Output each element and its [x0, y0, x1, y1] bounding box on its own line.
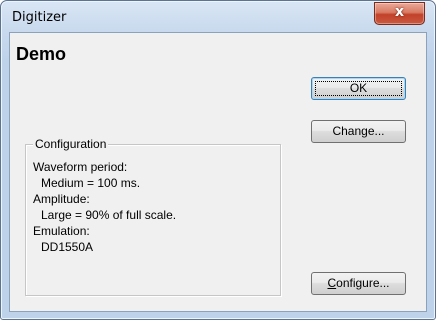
focus-rectangle — [315, 81, 402, 96]
configure-button-label: Configure... — [327, 276, 389, 290]
close-button[interactable]: x — [374, 2, 425, 25]
close-icon: x — [394, 4, 405, 20]
configure-accelerator: C — [327, 276, 337, 290]
configuration-legend: Configuration — [33, 137, 109, 151]
amplitude-label: Amplitude: — [33, 192, 90, 206]
waveform-period-value: Medium = 100 ms. — [41, 176, 141, 190]
emulation-label: Emulation: — [33, 224, 90, 238]
window-title: Digitizer — [12, 10, 67, 25]
waveform-period-label: Waveform period: — [33, 160, 128, 174]
change-button[interactable]: Change... — [311, 120, 406, 143]
amplitude-value: Large = 90% of full scale. — [41, 208, 177, 222]
emulation-value: DD1550A — [41, 240, 94, 254]
configure-label-rest: onfigure... — [336, 276, 390, 290]
ok-button[interactable]: OK — [311, 77, 406, 100]
configure-button[interactable]: Configure... — [311, 272, 406, 295]
change-button-label: Change... — [332, 124, 385, 138]
dialog-heading: Demo — [16, 44, 67, 64]
title-bar[interactable]: Digitizer x — [1, 1, 435, 33]
